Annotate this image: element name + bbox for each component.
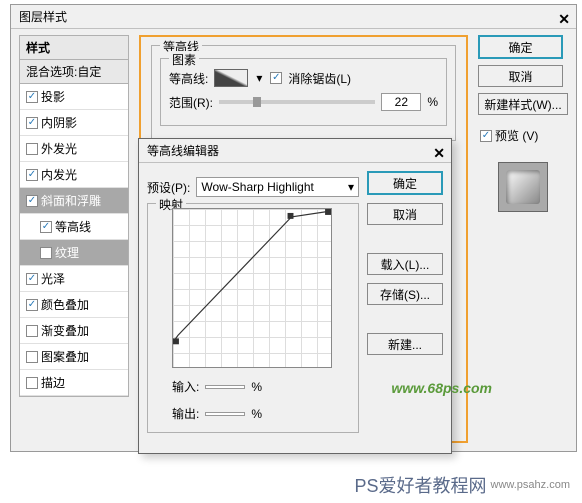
footer: PS爱好者教程网 www.psahz.com <box>0 467 582 503</box>
style-checkbox[interactable] <box>26 325 38 337</box>
style-checkbox[interactable] <box>26 143 38 155</box>
contour-label: 等高线: <box>169 70 208 87</box>
editor-titlebar[interactable]: 等高线编辑器 ✕ <box>139 139 451 163</box>
contour-fieldset: 等高线 图素 等高线: ▾ 消除锯齿(L) 范围(R): 22 % <box>151 45 456 141</box>
style-label: 纹理 <box>55 244 79 261</box>
input-label: 输入: <box>172 378 199 395</box>
style-label: 颜色叠加 <box>41 296 89 313</box>
range-slider[interactable] <box>219 100 375 104</box>
dialog-title: 图层样式 <box>19 10 67 24</box>
preset-value: Wow-Sharp Highlight <box>201 180 314 194</box>
output-label: 输出: <box>172 405 199 422</box>
style-item[interactable]: 颜色叠加 <box>20 292 128 318</box>
contour-editor-dialog: 等高线编辑器 ✕ 预设(P): Wow-Sharp Highlight ▾ 映射 <box>138 138 452 454</box>
range-label: 范围(R): <box>169 94 213 111</box>
styles-sidebar: 样式 混合选项:自定 投影内阴影外发光内发光斜面和浮雕等高线纹理光泽颜色叠加渐变… <box>19 35 129 443</box>
style-checkbox[interactable] <box>26 377 38 389</box>
pattern-legend: 图素 <box>169 51 199 68</box>
style-label: 外发光 <box>41 140 77 157</box>
footer-url: www.psahz.com <box>491 479 570 491</box>
ok-button[interactable]: 确定 <box>478 35 563 59</box>
style-item[interactable]: 斜面和浮雕 <box>20 188 128 214</box>
style-item[interactable]: 投影 <box>20 84 128 110</box>
cancel-button[interactable]: 取消 <box>478 65 563 87</box>
input-field[interactable] <box>205 385 245 389</box>
style-label: 图案叠加 <box>41 348 89 365</box>
style-checkbox[interactable] <box>26 169 38 181</box>
preset-select[interactable]: Wow-Sharp Highlight ▾ <box>196 177 359 197</box>
mapping-fieldset: 映射 输入: % 输出: % <box>147 203 359 433</box>
style-item[interactable]: 纹理 <box>20 240 128 266</box>
style-checkbox[interactable] <box>26 273 38 285</box>
close-icon[interactable]: ✕ <box>558 7 570 31</box>
style-item[interactable]: 等高线 <box>20 214 128 240</box>
style-checkbox[interactable] <box>40 221 52 233</box>
pattern-fieldset: 图素 等高线: ▾ 消除锯齿(L) 范围(R): 22 % <box>160 58 447 126</box>
style-checkbox[interactable] <box>26 117 38 129</box>
antialias-label: 消除锯齿(L) <box>288 70 351 87</box>
style-label: 光泽 <box>41 270 65 287</box>
style-item[interactable]: 光泽 <box>20 266 128 292</box>
style-item[interactable]: 描边 <box>20 370 128 396</box>
style-item[interactable]: 图案叠加 <box>20 344 128 370</box>
style-item[interactable]: 内发光 <box>20 162 128 188</box>
new-button[interactable]: 新建... <box>367 333 443 355</box>
blend-options-header[interactable]: 混合选项:自定 <box>19 60 129 84</box>
style-item[interactable]: 内阴影 <box>20 110 128 136</box>
style-label: 投影 <box>41 88 65 105</box>
antialias-checkbox[interactable] <box>270 72 282 84</box>
style-item[interactable]: 外发光 <box>20 136 128 162</box>
preset-label: 预设(P): <box>147 179 190 196</box>
style-label: 等高线 <box>55 218 91 235</box>
style-checkbox[interactable] <box>26 299 38 311</box>
style-checkbox[interactable] <box>40 247 52 259</box>
range-pct: % <box>427 95 438 109</box>
footer-text: PS爱好者教程网 <box>355 472 487 498</box>
style-label: 斜面和浮雕 <box>41 192 101 209</box>
style-label: 描边 <box>41 374 65 391</box>
close-icon[interactable]: ✕ <box>433 141 445 165</box>
contour-thumbnail[interactable] <box>214 69 248 87</box>
style-label: 渐变叠加 <box>41 322 89 339</box>
input-pct: % <box>251 380 262 394</box>
dialog-titlebar[interactable]: 图层样式 ✕ <box>11 5 576 29</box>
style-label: 内阴影 <box>41 114 77 131</box>
styles-header[interactable]: 样式 <box>19 35 129 60</box>
load-button[interactable]: 载入(L)... <box>367 253 443 275</box>
style-list: 投影内阴影外发光内发光斜面和浮雕等高线纹理光泽颜色叠加渐变叠加图案叠加描边 <box>19 84 129 397</box>
preview-label: 预览 (V) <box>495 127 538 144</box>
watermark: www.68ps.com <box>391 380 492 396</box>
curve-graph[interactable] <box>172 208 332 368</box>
new-style-button[interactable]: 新建样式(W)... <box>478 93 568 115</box>
style-item[interactable]: 渐变叠加 <box>20 318 128 344</box>
editor-title: 等高线编辑器 <box>147 144 219 158</box>
save-button[interactable]: 存储(S)... <box>367 283 443 305</box>
style-checkbox[interactable] <box>26 91 38 103</box>
chevron-down-icon[interactable]: ▾ <box>254 73 264 83</box>
output-pct: % <box>251 407 262 421</box>
editor-buttons: 确定 取消 载入(L)... 存储(S)... 新建... <box>367 171 443 445</box>
style-checkbox[interactable] <box>26 351 38 363</box>
style-checkbox[interactable] <box>26 195 38 207</box>
cancel-button[interactable]: 取消 <box>367 203 443 225</box>
preview-thumbnail <box>498 162 548 212</box>
chevron-down-icon: ▾ <box>348 180 354 194</box>
style-label: 内发光 <box>41 166 77 183</box>
range-input[interactable]: 22 <box>381 93 421 111</box>
ok-button[interactable]: 确定 <box>367 171 443 195</box>
preview-checkbox[interactable] <box>480 130 492 142</box>
output-field[interactable] <box>205 412 245 416</box>
